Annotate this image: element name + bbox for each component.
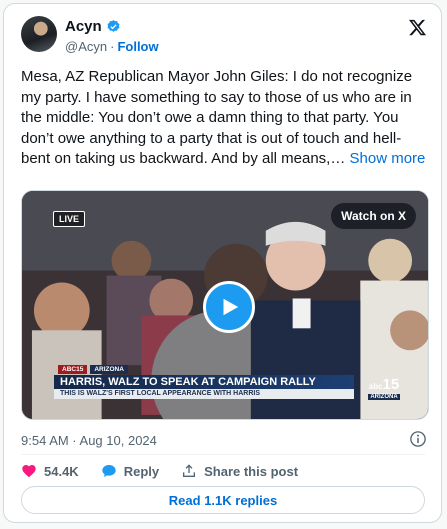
reply-label: Reply: [123, 463, 160, 479]
x-logo-icon[interactable]: [408, 18, 427, 37]
verified-badge-icon: [107, 19, 120, 32]
tweet-timestamp[interactable]: 9:54 AM · Aug 10, 2024: [21, 433, 157, 448]
play-icon: [223, 298, 239, 316]
share-button[interactable]: Share this post: [181, 463, 298, 479]
share-label: Share this post: [204, 463, 299, 479]
show-more-link[interactable]: Show more: [350, 150, 426, 167]
reply-bubble-icon: [102, 465, 116, 477]
action-bar: 54.4K Reply Share this post: [21, 463, 320, 479]
separator-dot: ·: [110, 39, 115, 54]
station-state: ARIZONA: [368, 394, 400, 400]
like-count: 54.4K: [44, 463, 79, 479]
station-logo: abc15 ARIZONA: [366, 377, 402, 401]
author-name[interactable]: Acyn: [65, 18, 102, 35]
video-player[interactable]: LIVE Watch on X ABC15 ARIZONA HARRIS, WA…: [21, 190, 429, 420]
chyron-tag-station: ABC15: [58, 365, 88, 374]
divider: [21, 454, 425, 455]
share-icon: [183, 464, 196, 477]
station-digits: 15: [382, 376, 400, 393]
tweet-text: Mesa, AZ Republican Mayor John Giles: I …: [21, 67, 429, 170]
chyron-tags: ABC15 ARIZONA: [58, 365, 128, 374]
tweet-card: Acyn @Acyn · Follow Mesa, AZ Republican …: [3, 3, 442, 523]
watch-on-x-button[interactable]: Watch on X: [331, 203, 416, 229]
reply-button[interactable]: Reply: [101, 463, 159, 479]
chyron-tag-state: ARIZONA: [90, 365, 128, 374]
author-name-row: Acyn: [65, 18, 121, 35]
avatar[interactable]: [21, 16, 57, 52]
chyron-headline: HARRIS, WALZ TO SPEAK AT CAMPAIGN RALLY: [54, 375, 354, 389]
follow-button[interactable]: Follow: [117, 39, 158, 54]
live-badge: LIVE: [53, 211, 86, 227]
play-button[interactable]: [203, 281, 255, 333]
info-icon[interactable]: [409, 430, 427, 448]
author-handle[interactable]: @Acyn: [65, 39, 107, 54]
handle-row: @Acyn · Follow: [65, 39, 159, 54]
station-number: abc15: [369, 377, 399, 394]
heart-icon: [22, 465, 36, 478]
like-button[interactable]: 54.4K: [21, 463, 79, 479]
read-replies-button[interactable]: Read 1.1K replies: [21, 486, 425, 514]
chyron-subline: THIS IS WALZ'S FIRST LOCAL APPEARANCE WI…: [54, 389, 354, 399]
station-brand: abc: [368, 382, 383, 391]
